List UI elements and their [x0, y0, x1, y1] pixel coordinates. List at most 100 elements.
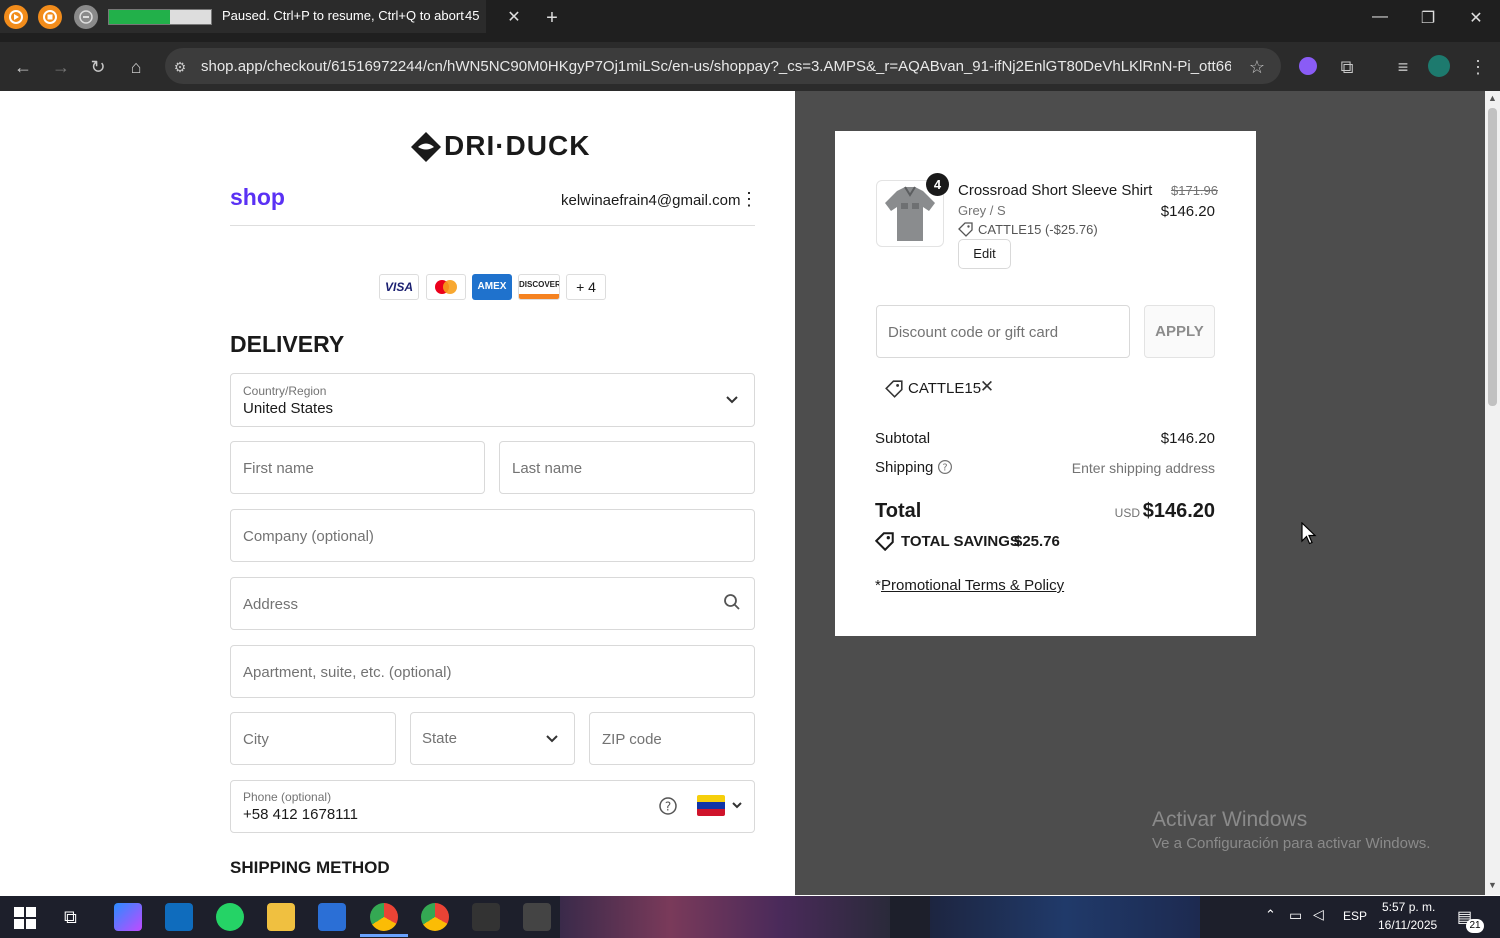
- play-icon[interactable]: [4, 5, 28, 29]
- task-view-icon[interactable]: ⧉: [64, 907, 77, 928]
- scroll-down-arrow-icon[interactable]: ▼: [1488, 880, 1497, 890]
- phone-value: +58 412 1678111: [243, 806, 358, 823]
- recording-progress-bar: [108, 9, 212, 25]
- savings-tag-icon: [875, 532, 894, 551]
- address-placeholder: Address: [243, 596, 299, 613]
- discover-label: DISCOVER: [519, 280, 560, 289]
- account-menu-icon[interactable]: ⋮: [740, 189, 758, 210]
- apply-discount-button[interactable]: APPLY: [1144, 305, 1215, 358]
- copilot-icon[interactable]: [114, 903, 142, 931]
- shipping-method-heading: SHIPPING METHOD: [230, 858, 390, 877]
- extensions-puzzle-icon[interactable]: ⧉: [1335, 55, 1359, 79]
- applied-code: CATTLE15: [908, 380, 982, 397]
- chevron-down-icon: [726, 396, 738, 404]
- shipping-value: Enter shipping address: [1071, 460, 1215, 476]
- mouse-cursor-icon: [1301, 522, 1317, 545]
- tray-chevron-icon[interactable]: ⌃: [1265, 907, 1276, 923]
- promo-prefix: *: [875, 577, 881, 594]
- scroll-up-arrow-icon[interactable]: ▲: [1488, 93, 1497, 103]
- original-price: $171.96: [1171, 183, 1218, 198]
- search-icon[interactable]: [723, 593, 741, 611]
- apartment-placeholder: Apartment, suite, etc. (optional): [243, 664, 452, 681]
- country-value: United States: [243, 400, 334, 417]
- svg-text:?: ?: [942, 463, 947, 474]
- url-text[interactable]: shop.app/checkout/61516972244/cn/hWN5NC9…: [201, 58, 1231, 75]
- close-window-icon[interactable]: ✕: [1464, 8, 1488, 28]
- taskbar-background-art: [560, 896, 890, 938]
- home-icon[interactable]: ⌂: [124, 55, 148, 79]
- microsoft-store-icon[interactable]: [318, 903, 346, 931]
- active-app-indicator: [360, 934, 408, 937]
- quantity-badge: 4: [926, 173, 949, 196]
- close-tab-icon[interactable]: ✕: [505, 9, 523, 27]
- visa-icon: VISA: [379, 274, 419, 300]
- item-price: $146.20: [1160, 203, 1215, 220]
- promotional-terms-link[interactable]: Promotional Terms & Policy: [881, 577, 1064, 594]
- tag-icon: [958, 222, 973, 237]
- address-field[interactable]: [230, 577, 755, 630]
- zip-placeholder: ZIP code: [602, 731, 662, 748]
- profile-avatar[interactable]: [1428, 55, 1450, 77]
- file-explorer-icon[interactable]: [267, 903, 295, 931]
- whatsapp-icon[interactable]: [216, 903, 244, 931]
- app-icon[interactable]: [472, 903, 500, 931]
- media-control-icon[interactable]: ≡: [1391, 55, 1415, 79]
- volume-icon[interactable]: ◁: [1313, 906, 1324, 923]
- clock-time[interactable]: 5:57 p. m.: [1382, 900, 1435, 914]
- country-label: Country/Region: [243, 384, 327, 398]
- forward-icon[interactable]: →: [49, 55, 73, 79]
- edit-item-button[interactable]: Edit: [958, 239, 1011, 269]
- recorder-status-text: Paused. Ctrl+P to resume, Ctrl+Q to abor…: [222, 8, 464, 23]
- product-name: Crossroad Short Sleeve Shirt: [958, 182, 1153, 199]
- stop-icon[interactable]: [38, 5, 62, 29]
- help-icon[interactable]: ?: [658, 796, 678, 816]
- discover-icon: DISCOVER: [518, 274, 560, 300]
- back-icon[interactable]: ←: [11, 55, 35, 79]
- city-placeholder: City: [243, 731, 269, 748]
- state-placeholder: State: [422, 730, 458, 747]
- restore-icon[interactable]: ❐: [1416, 8, 1440, 28]
- phone-label: Phone (optional): [243, 790, 332, 804]
- extension-icon[interactable]: [1299, 57, 1317, 75]
- new-tab-icon[interactable]: +: [541, 7, 563, 29]
- store-logo-text: DRI·DUCK: [444, 130, 591, 161]
- more-payments-badge: + 4: [566, 274, 606, 300]
- network-icon[interactable]: ▭: [1289, 907, 1302, 924]
- windows-activation-subtitle: Ve a Configuración para activar Windows.: [1152, 835, 1431, 852]
- shipping-label: Shipping: [875, 459, 934, 476]
- divider: [230, 225, 755, 226]
- amex-icon: AMEX: [472, 274, 512, 300]
- language-indicator[interactable]: ESP: [1343, 909, 1367, 923]
- total-value: $146.20: [1142, 500, 1215, 522]
- site-info-icon[interactable]: ⚙: [168, 55, 192, 79]
- outlook-icon[interactable]: [165, 903, 193, 931]
- notifications-count: 21: [1466, 919, 1484, 933]
- progress-fill: [109, 10, 171, 24]
- menu-kebab-icon[interactable]: ⋮: [1466, 55, 1490, 79]
- last-name-placeholder: Last name: [512, 460, 583, 477]
- svg-text:?: ?: [665, 800, 671, 814]
- windows-activation-title: Activar Windows: [1152, 808, 1308, 831]
- remove-code-icon[interactable]: ✕: [979, 377, 995, 397]
- reload-icon[interactable]: ↻: [86, 55, 110, 79]
- clock-date[interactable]: 16/11/2025: [1378, 918, 1437, 932]
- bookmark-star-icon[interactable]: ☆: [1245, 55, 1269, 79]
- delivery-heading: DELIVERY: [230, 331, 345, 357]
- currency-code: USD: [1114, 506, 1140, 520]
- windows-start-icon[interactable]: [14, 907, 36, 929]
- minimize-icon[interactable]: —: [1368, 8, 1392, 26]
- shipping-help-icon[interactable]: ?: [937, 459, 953, 475]
- country-code-chevron-icon[interactable]: [731, 801, 743, 810]
- chrome-icon[interactable]: [370, 903, 398, 931]
- scrollbar-thumb[interactable]: [1488, 108, 1497, 406]
- app-icon-2[interactable]: [523, 903, 551, 931]
- first-name-placeholder: First name: [243, 460, 314, 477]
- eject-icon[interactable]: [74, 5, 98, 29]
- subtotal-label: Subtotal: [875, 430, 931, 447]
- chrome-profile-icon[interactable]: [421, 903, 449, 931]
- state-chevron-down-icon: [546, 735, 558, 743]
- shop-logo: shop: [230, 184, 285, 210]
- savings-value: $25.76: [1014, 533, 1060, 550]
- venezuela-flag-icon[interactable]: [697, 795, 725, 816]
- account-email: kelwinaefrain4@gmail.com: [561, 192, 741, 209]
